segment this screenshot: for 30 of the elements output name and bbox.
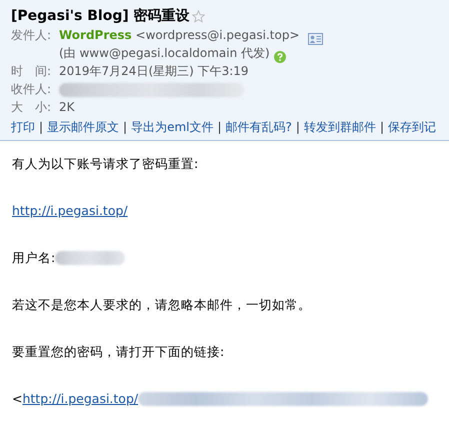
sender-proxy-note: (由 www@pegasi.localdomain 代发) — [59, 46, 270, 60]
blurred-username — [55, 251, 126, 265]
action-link[interactable]: 邮件有乱码? — [226, 118, 292, 136]
separator: | — [216, 119, 223, 136]
reset-link[interactable]: http://i.pegasi.top/ — [22, 390, 138, 408]
body-text: 要重置您的密码，请打开下面的链接: — [12, 343, 224, 361]
separator: | — [294, 119, 301, 136]
action-link[interactable]: 显示邮件原文 — [47, 118, 120, 136]
sender-name: WordPress — [59, 28, 132, 42]
separator: | — [378, 119, 386, 136]
angle-bracket: < — [12, 390, 22, 408]
separator: | — [122, 119, 128, 136]
separator: | — [38, 119, 44, 136]
email-subject: [Pegasi's Blog] 密码重设 — [11, 6, 190, 26]
star-icon[interactable] — [190, 10, 205, 22]
sender-address: <wordpress@i.pegasi.top> — [136, 28, 300, 42]
field-value: 2019年7月24日(星期三) 下午3:19 — [59, 64, 249, 78]
field-label: 收件人: — [11, 81, 52, 98]
body-text: 若这不是您本人要求的，请忽略本邮件，一切如常。 — [12, 296, 311, 314]
username-label: 用户名: — [12, 249, 56, 267]
reset-link[interactable]: http://i.pegasi.top/ — [12, 202, 128, 220]
action-link[interactable]: 导出为eml文件 — [131, 118, 214, 136]
field-label: 大 小: — [11, 99, 52, 116]
action-link[interactable]: 打印 — [11, 118, 35, 136]
action-link[interactable]: 保存到记 — [388, 118, 436, 136]
action-link[interactable]: 转发到群邮件 — [304, 118, 376, 136]
field-label: 时 间: — [11, 63, 52, 80]
field-label: 发件人: — [11, 27, 52, 44]
body-text: 有人为以下账号请求了密码重置: — [12, 155, 198, 173]
field-value: 2K — [59, 100, 75, 114]
